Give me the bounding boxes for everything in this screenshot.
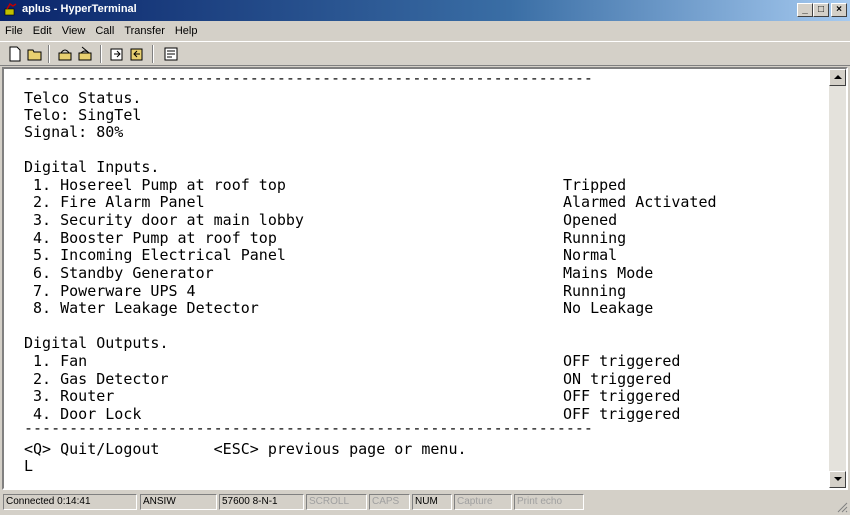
input-status: Alarmed Activated xyxy=(563,193,717,211)
input-label: 4. Booster Pump at roof top xyxy=(24,229,277,247)
menu-edit[interactable]: Edit xyxy=(28,25,57,37)
menu-bar: File Edit View Call Transfer Help xyxy=(0,21,850,40)
inputs-header: Digital Inputs. xyxy=(24,158,160,176)
telco-header: Telco Status. xyxy=(24,89,142,107)
close-button[interactable]: × xyxy=(831,3,847,17)
status-caps: CAPS xyxy=(369,494,410,510)
terminal-frame: ----------------------------------------… xyxy=(2,67,848,490)
open-icon[interactable] xyxy=(26,45,44,63)
status-scroll: SCROLL xyxy=(306,494,367,510)
status-num: NUM xyxy=(412,494,452,510)
status-bar: Connected 0:14:41 ANSIW 57600 8-N-1 SCRO… xyxy=(0,491,850,515)
output-label: 2. Gas Detector xyxy=(24,370,169,388)
toolbar xyxy=(0,41,850,66)
terminal-cursor: L xyxy=(24,457,34,475)
output-status: OFF triggered xyxy=(563,387,681,405)
arrow-down-icon xyxy=(834,477,842,481)
title-bar[interactable]: aplus - HyperTerminal _ □ × xyxy=(0,0,850,21)
scroll-up-button[interactable] xyxy=(829,69,846,86)
footer-help: <Q> Quit/Logout <ESC> previous page or m… xyxy=(24,440,467,458)
input-status: No Leakage xyxy=(563,299,654,317)
status-print-echo: Print echo xyxy=(514,494,584,510)
output-status: OFF triggered xyxy=(563,352,681,370)
input-label: 8. Water Leakage Detector xyxy=(24,299,259,317)
outputs-header: Digital Outputs. xyxy=(24,334,169,352)
receive-icon[interactable] xyxy=(128,45,146,63)
new-icon[interactable] xyxy=(6,45,24,63)
signal-strength: Signal: 80% xyxy=(24,123,124,141)
menu-view[interactable]: View xyxy=(57,25,91,37)
input-status: Mains Mode xyxy=(563,264,654,282)
properties-icon[interactable] xyxy=(162,45,180,63)
maximize-button[interactable]: □ xyxy=(813,3,829,17)
status-connected: Connected 0:14:41 xyxy=(3,494,137,510)
resize-grip-icon[interactable] xyxy=(836,501,848,513)
menu-transfer[interactable]: Transfer xyxy=(119,25,170,37)
input-label: 7. Powerware UPS 4 xyxy=(24,282,196,300)
output-status: ON triggered xyxy=(563,370,672,388)
menu-call[interactable]: Call xyxy=(90,25,119,37)
input-status: Opened xyxy=(563,211,618,229)
hyperterminal-icon xyxy=(4,3,17,16)
input-status: Tripped xyxy=(563,176,627,194)
output-label: 3. Router xyxy=(24,387,115,405)
terminal-screen[interactable]: ----------------------------------------… xyxy=(4,69,828,488)
input-status: Running xyxy=(563,229,627,247)
input-label: 2. Fire Alarm Panel xyxy=(24,193,205,211)
menu-file[interactable]: File xyxy=(0,25,28,37)
input-label: 6. Standby Generator xyxy=(24,264,214,282)
input-label: 5. Incoming Electrical Panel xyxy=(24,246,286,264)
input-label: 3. Security door at main lobby xyxy=(24,211,304,229)
separator-top: ----------------------------------------… xyxy=(24,69,593,87)
window-title: aplus - HyperTerminal xyxy=(22,3,137,15)
status-port: 57600 8-N-1 xyxy=(219,494,304,510)
menu-help[interactable]: Help xyxy=(170,25,203,37)
minimize-button[interactable]: _ xyxy=(797,3,813,17)
scroll-down-button[interactable] xyxy=(829,471,846,488)
telco-provider: Telo: SingTel xyxy=(24,106,142,124)
arrow-up-icon xyxy=(834,75,842,79)
input-status: Normal xyxy=(563,246,618,264)
vertical-scrollbar[interactable] xyxy=(829,69,846,488)
send-icon[interactable] xyxy=(108,45,126,63)
output-label: 1. Fan xyxy=(24,352,88,370)
status-emulation: ANSIW xyxy=(140,494,217,510)
input-label: 1. Hosereel Pump at roof top xyxy=(24,176,286,194)
connect-icon[interactable] xyxy=(56,45,74,63)
disconnect-icon[interactable] xyxy=(76,45,94,63)
status-capture: Capture xyxy=(454,494,512,510)
separator-bottom: ----------------------------------------… xyxy=(24,419,593,437)
input-status: Running xyxy=(563,282,627,300)
